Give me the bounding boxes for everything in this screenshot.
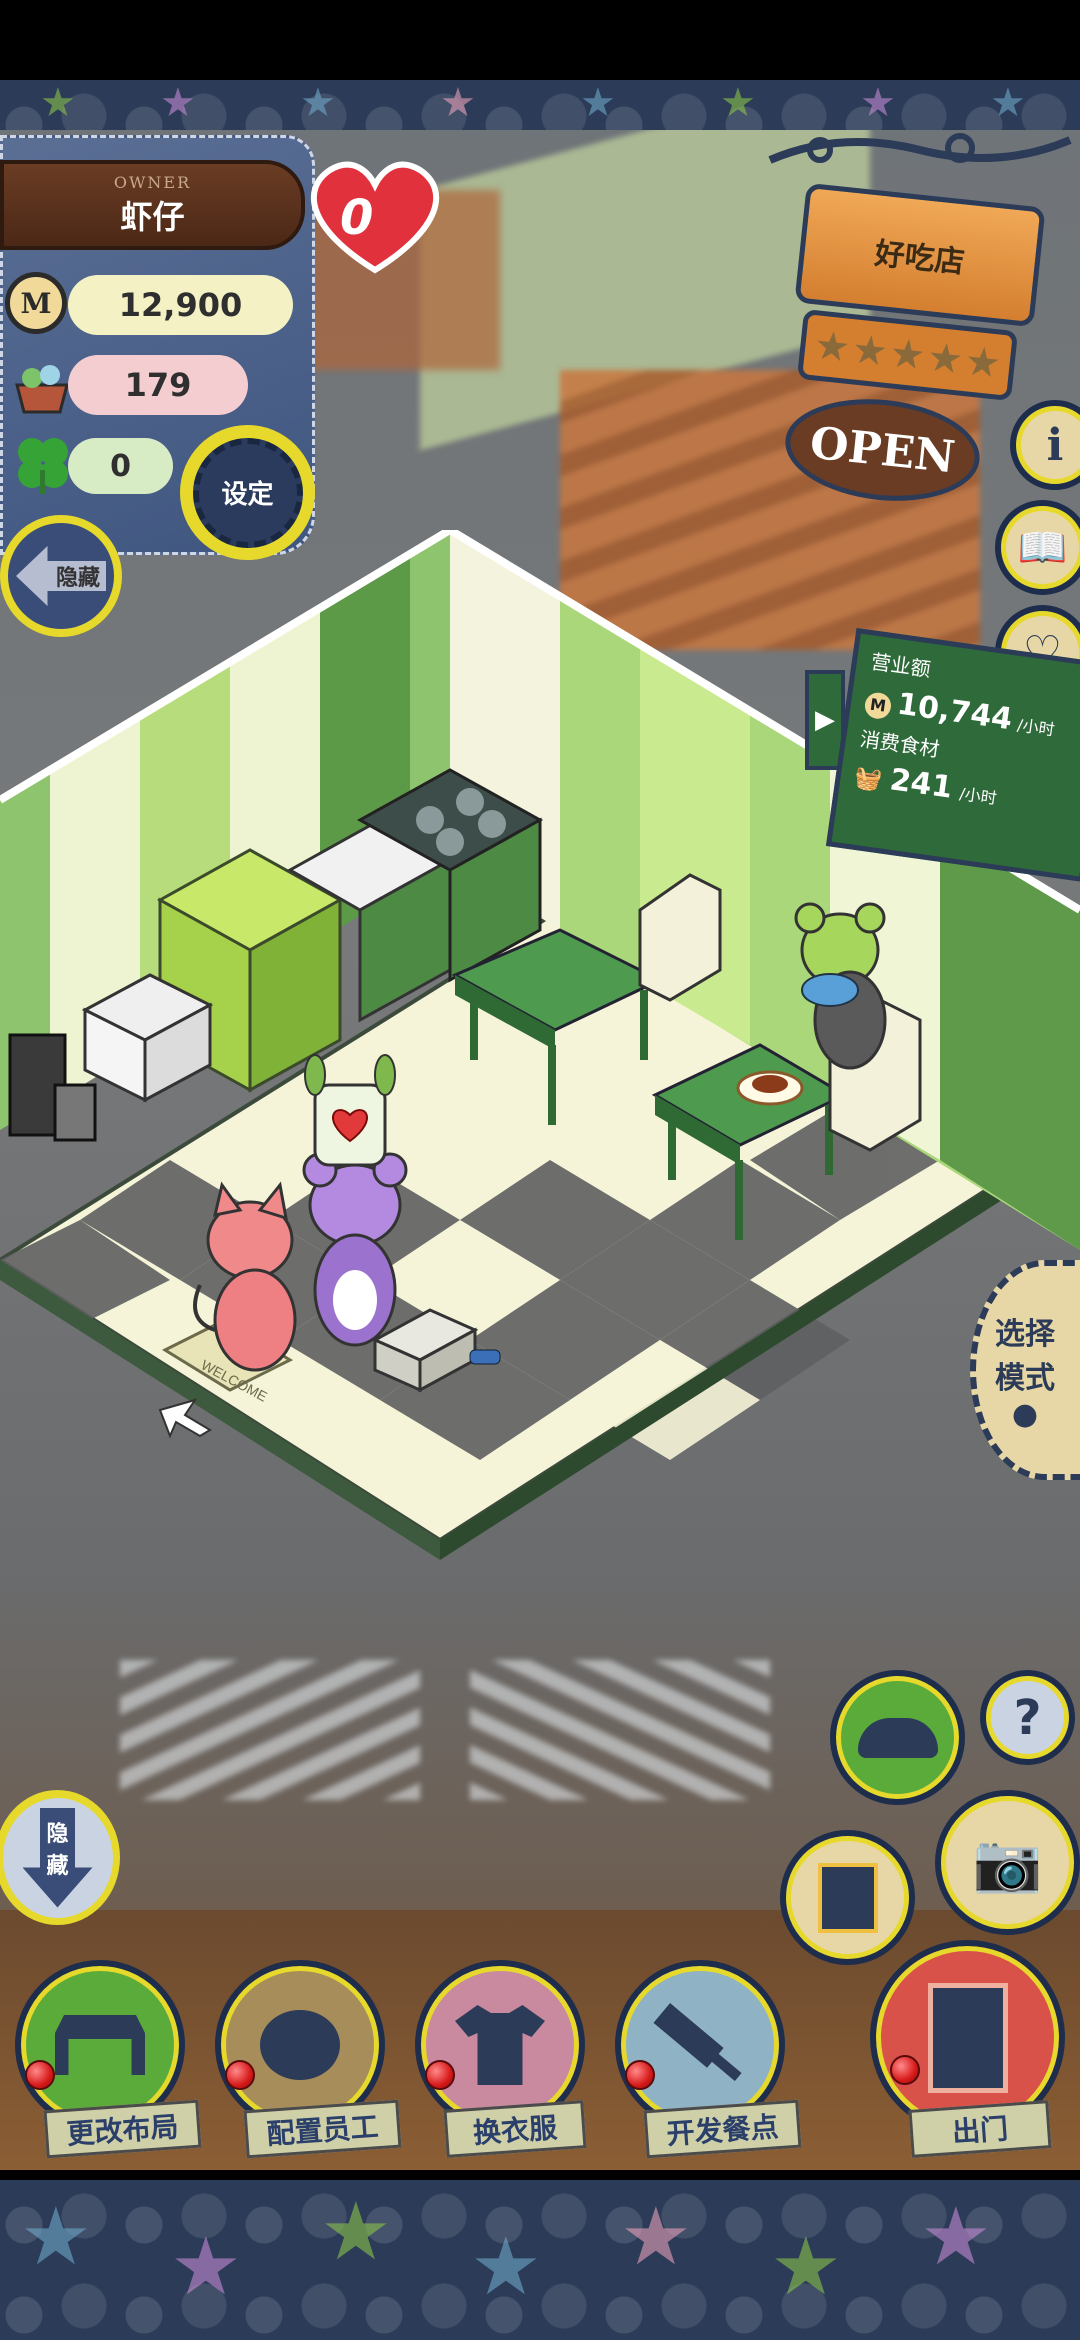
clover-icon [10,430,76,496]
consumption-value: 241 [887,762,955,806]
heart-icon [310,161,440,274]
ingredients-basket-icon [12,360,72,415]
money-value: 12,900 [68,275,293,335]
change-clothes-label: 换衣服 [443,2100,587,2158]
door-icon [927,1982,1008,2093]
book-icon: 📖 [1017,525,1068,571]
develop-dish-label: 开发餐点 [643,2099,802,2159]
settings-label: 设定 [221,480,274,510]
owner-name: 虾仔 [120,197,185,236]
shop-name: 好吃店 [873,236,967,281]
notification-pin [425,2060,455,2090]
owner-name-plate: OWNER 虾仔 [0,160,305,250]
consumption-unit: /小时 [958,784,998,809]
clover-value: 0 [68,438,173,494]
heart-badge[interactable]: 0 [300,150,450,280]
rating-star-icon: ★ [887,330,928,380]
shop-name-sign[interactable]: 好吃店 [794,182,1046,328]
gear-icon: 设定 [192,437,303,548]
arrow-down-icon: 隐 藏 [22,1807,93,1908]
bottom-star-border: ★ ★ ★ ★ ★ ★ ★ [0,2180,1080,2340]
hide-top-button[interactable]: 隐藏 [0,515,122,637]
rating-star-icon: ★ [962,338,1004,388]
knife-icon [653,2003,746,2087]
change-layout-label: 更改布局 [43,2099,202,2159]
revenue-unit: /小时 [1016,715,1056,740]
photo-album-icon [817,1862,878,1933]
change-clothes-button[interactable]: 换衣服 [415,1960,590,2160]
go-out-label: 出门 [908,2100,1052,2158]
hide-top-inner: 隐藏 [8,523,114,629]
table-icon [55,2015,145,2075]
bottom-menu: 更改布局 配置员工 换衣服 开发餐点 出门 [0,1940,1080,2180]
hide-bottom-line2: 藏 [46,1853,69,1879]
select-mode-line2: 模式 [995,1360,1055,1396]
shirt-icon [455,2005,545,2085]
recipe-book-button[interactable]: 📖 [995,500,1080,595]
hide-bottom-inner: 隐 藏 [2,1797,113,1918]
assign-staff-button[interactable]: 配置员工 [215,1960,402,2160]
heart-count: 0 [340,190,374,246]
camera-button[interactable]: 📷 [935,1790,1080,1935]
develop-dish-button[interactable]: 开发餐点 [615,1960,802,2160]
help-button[interactable]: ? [980,1670,1075,1765]
settings-button[interactable]: 设定 [180,425,315,560]
crosswalk-right [470,1660,770,1800]
ingredients-value: 179 [68,355,248,415]
hide-top-label: 隐藏 [55,566,100,591]
bear-face-icon [260,2010,340,2080]
money-coin-icon: M [5,272,67,334]
hat-icon [857,1717,938,1758]
crosswalk-left [120,1660,420,1800]
change-layout-button[interactable]: 更改布局 [15,1960,202,2160]
notification-pin [25,2060,55,2090]
assign-staff-label: 配置员工 [243,2099,402,2159]
hat-button[interactable] [830,1670,965,1805]
info-icon: i [1046,419,1064,471]
help-icon: ? [1013,1689,1042,1746]
revenue-coin-icon: M [863,691,893,721]
rating-star-icon: ★ [849,326,891,376]
stats-board: 营业额 M 10,744 /小时 消费食材 🧺 241 /小时 [825,627,1080,883]
owner-caption: OWNER [113,172,192,192]
bear-face-icon: ● [1011,1396,1039,1432]
open-sign-text: OPEN [807,417,958,483]
notification-pin [225,2060,255,2090]
notification-pin [625,2060,655,2090]
hide-bottom-button[interactable]: 隐 藏 [0,1790,120,1925]
go-out-button[interactable]: 出门 [870,1940,1070,2160]
status-bar [0,0,1080,80]
rating-star-icon: ★ [811,322,853,372]
rating-star-icon: ★ [924,334,966,384]
camera-icon: 📷 [972,1830,1043,1896]
arrow-left-icon: 隐藏 [16,546,106,606]
notification-pin [890,2055,920,2085]
select-mode-line1: 选择 [995,1316,1055,1352]
hide-bottom-line1: 隐 [46,1821,69,1847]
consumption-basket-icon: 🧺 [852,765,884,794]
